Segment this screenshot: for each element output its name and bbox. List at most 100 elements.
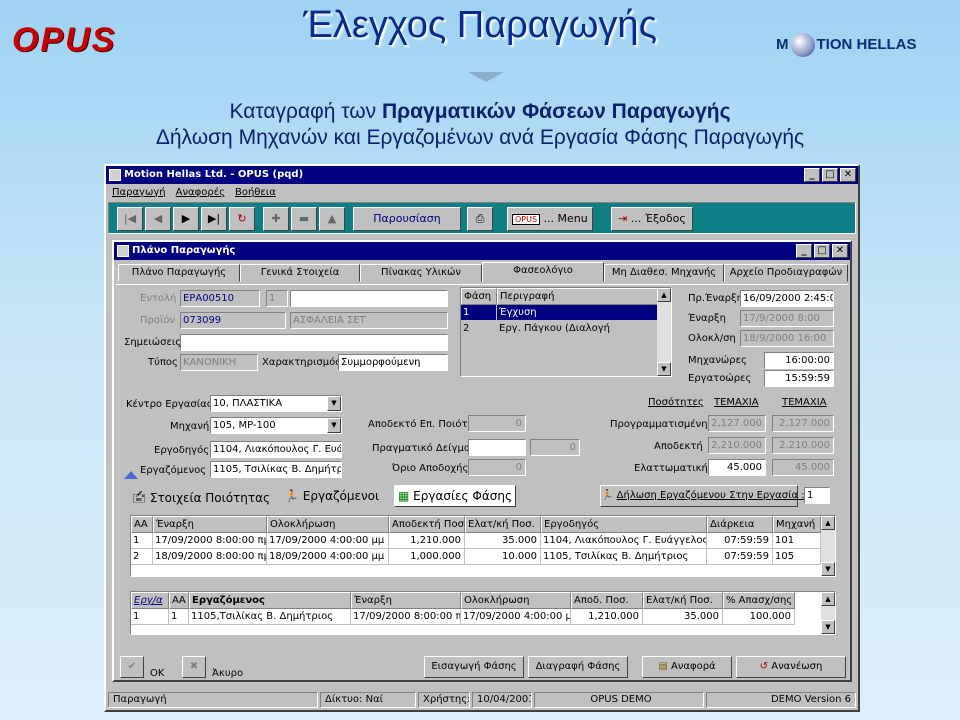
- report-button[interactable]: ▤ Αναφορά: [642, 656, 732, 678]
- edit-record-icon[interactable]: ▲: [319, 207, 345, 231]
- characterization-field[interactable]: Συμμορφούμενη: [338, 354, 448, 371]
- order-description-field[interactable]: [290, 290, 448, 307]
- tab-specs[interactable]: Αρχείο Προδιαγραφών: [724, 264, 848, 282]
- tab-general[interactable]: Γενικά Στοιχεία: [240, 264, 360, 282]
- start-field[interactable]: 17/9/2000 8:00: [740, 310, 834, 327]
- tasks-grid-scrollbar[interactable]: ▲ ▼: [821, 516, 835, 576]
- child-title: Πλάνο Παραγωγής: [132, 245, 236, 256]
- print-icon[interactable]: ⎙: [467, 207, 493, 231]
- first-record-icon[interactable]: |◀: [117, 207, 143, 231]
- tab-production-plan[interactable]: Πλάνο Παραγωγής: [118, 264, 240, 282]
- insert-phase-button[interactable]: Εισαγωγή Φάσης: [424, 656, 524, 678]
- grid1-col-machine: Μηχανή: [773, 516, 821, 533]
- tab-materials[interactable]: Πίνακας Υλικών: [360, 264, 482, 282]
- planned-qty-label: Προγραμματισμένη: [610, 419, 708, 430]
- scroll-down-icon[interactable]: ▼: [821, 620, 835, 634]
- document-icon: ▤: [658, 661, 668, 672]
- worker-hours-field[interactable]: 15:59:59: [764, 370, 834, 387]
- prev-record-icon[interactable]: ◀: [145, 207, 171, 231]
- order-number-field[interactable]: 1: [266, 290, 288, 307]
- tab-machine-unavail[interactable]: Μη Διαθεσ. Μηχανής: [604, 264, 724, 282]
- notes-field[interactable]: [180, 334, 448, 351]
- refresh-button[interactable]: ↺ Ανανέωση: [736, 656, 846, 678]
- grid1-cell: 07:59:59: [707, 533, 773, 549]
- real-sample-value[interactable]: 0: [530, 439, 580, 456]
- type-field[interactable]: ΚΑΝΟΝΙΚΗ: [180, 354, 258, 371]
- order-field[interactable]: ΕΡΑ00510: [180, 290, 260, 307]
- add-record-icon[interactable]: ✚: [263, 207, 289, 231]
- accept-qty-2[interactable]: 2,210.000: [772, 437, 834, 454]
- menu-reports[interactable]: Αναφορές: [176, 184, 225, 202]
- phase-row-desc[interactable]: Εργ. Πάγκου (Διαλογή: [497, 321, 659, 337]
- child-minimize-button[interactable]: _: [796, 244, 812, 258]
- phase-list-scrollbar[interactable]: ▲ ▼: [657, 288, 671, 376]
- workers-subtab[interactable]: 🏃 Εργαζόμενοι: [284, 489, 379, 503]
- product-name-field[interactable]: ΑΣΦΑΛΕΙΑ ΣΕΤ: [290, 312, 448, 329]
- scroll-down-icon[interactable]: ▼: [821, 562, 835, 576]
- delete-record-icon[interactable]: ▬: [291, 207, 317, 231]
- accept-qty-1[interactable]: 2,210.000: [708, 437, 766, 454]
- scroll-up-icon[interactable]: ▲: [821, 516, 835, 530]
- quality-subtab[interactable]: 🖆 Στοιχεία Ποιότητας: [132, 489, 270, 510]
- end-label: Ολοκλ/ση: [688, 333, 736, 344]
- child-maximize-button[interactable]: □: [814, 244, 830, 258]
- planned-qty-1[interactable]: 2,127.000: [708, 415, 766, 432]
- defect-qty-2[interactable]: 45.000: [772, 459, 834, 476]
- work-center-value: 10, ΠΛΑΣΤΙΚΑ: [213, 398, 283, 409]
- phase-list[interactable]: Φάση Περιγραφή 1 Έγχυση 2 Εργ. Πάγκου (Δ…: [460, 287, 672, 377]
- subtitle-prefix: Καταγραφή των: [229, 100, 382, 123]
- subtitle-bold: Πραγματικών Φάσεων Παραγωγής: [381, 100, 731, 123]
- accepted-quality-field[interactable]: 0: [468, 415, 526, 432]
- limit-field[interactable]: 0: [468, 459, 526, 476]
- defect-qty-1[interactable]: 45.000: [708, 459, 766, 476]
- maximize-button[interactable]: □: [822, 168, 838, 182]
- workers-grid[interactable]: Εργ/α ΑΑ Εργαζόμενος Έναρξη Ολοκλήρωση Α…: [130, 591, 836, 635]
- chevron-down-icon[interactable]: ▼: [327, 396, 341, 411]
- phase-row-num[interactable]: 2: [461, 321, 497, 337]
- machine-combo[interactable]: 105, MP-100 ▼: [210, 417, 342, 434]
- leader-field[interactable]: 1104, Λιακόπουλος Γ. Ευάγγ: [210, 441, 342, 458]
- minimize-button[interactable]: _: [804, 168, 820, 182]
- planned-start-field[interactable]: 16/09/2000 2:45:0: [740, 290, 834, 307]
- real-sample-label: Πραγματικό Δείγμα: [372, 443, 471, 454]
- ok-check-icon[interactable]: ✔: [120, 656, 144, 678]
- expand-up-icon[interactable]: [124, 471, 138, 479]
- workers-grid-scrollbar[interactable]: ▲ ▼: [821, 592, 835, 634]
- product-code-field[interactable]: 073099: [180, 312, 286, 329]
- phase-tasks-subtab[interactable]: ▦ Εργασίες Φάσης: [394, 485, 516, 507]
- machine-hours-field[interactable]: 16:00:00: [764, 352, 834, 369]
- status-app: OPUS DEMO: [534, 692, 704, 708]
- scroll-down-icon[interactable]: ▼: [657, 362, 671, 376]
- cancel-label: Άκυρο: [212, 668, 244, 679]
- work-center-combo[interactable]: 10, ΠΛΑΣΤΙΚΑ ▼: [210, 395, 342, 412]
- tab-phases[interactable]: Φασεολόγιο: [482, 262, 604, 282]
- planned-qty-2[interactable]: 2,127.000: [772, 415, 834, 432]
- scroll-up-icon[interactable]: ▲: [821, 592, 835, 606]
- menu-help[interactable]: Βοήθεια: [235, 184, 276, 202]
- employee-field[interactable]: 1105, Τσιλίκας Β. Δημήτριος: [210, 461, 342, 478]
- grid2-cell: 17/09/2000 4:00:00 μμ: [461, 609, 571, 625]
- phase-row-num[interactable]: 1: [461, 305, 497, 321]
- refresh-record-icon[interactable]: ↻: [229, 207, 255, 231]
- next-record-icon[interactable]: ▶: [173, 207, 199, 231]
- declare-employee-field[interactable]: 1: [804, 487, 830, 504]
- child-close-button[interactable]: ✕: [832, 244, 848, 258]
- close-button[interactable]: ✕: [840, 168, 856, 182]
- cancel-x-icon[interactable]: ✖: [182, 656, 206, 678]
- phase-row-desc[interactable]: Έγχυση: [497, 305, 659, 321]
- declare-employee-button[interactable]: 🏃 Δήλωση Εργαζόμενου Στην Εργασία :: [600, 485, 805, 507]
- tasks-grid[interactable]: ΑΑ Έναρξη Ολοκλήρωση Αποδεκτή Ποσ. Ελατ/…: [130, 515, 836, 577]
- menu-button[interactable]: OPUS ... Menu: [507, 207, 593, 231]
- present-button[interactable]: Παρουσίαση: [353, 207, 461, 231]
- planned-start-label: Πρ.Έναρξη: [688, 293, 743, 304]
- last-record-icon[interactable]: ▶|: [201, 207, 227, 231]
- scroll-up-icon[interactable]: ▲: [657, 288, 671, 302]
- end-field[interactable]: 18/9/2000 16:00: [740, 330, 834, 347]
- real-sample-field[interactable]: [468, 439, 526, 456]
- delete-phase-button[interactable]: Διαγραφή Φάσης: [528, 656, 628, 678]
- menu-production[interactable]: Παραγωγή: [112, 184, 166, 202]
- unit-2-label: ΤΕΜΑΧΙΑ: [782, 397, 827, 408]
- child-icon: [117, 245, 129, 257]
- chevron-down-icon[interactable]: ▼: [327, 418, 341, 433]
- exit-button[interactable]: ⇥ ... Έξοδος: [611, 207, 693, 231]
